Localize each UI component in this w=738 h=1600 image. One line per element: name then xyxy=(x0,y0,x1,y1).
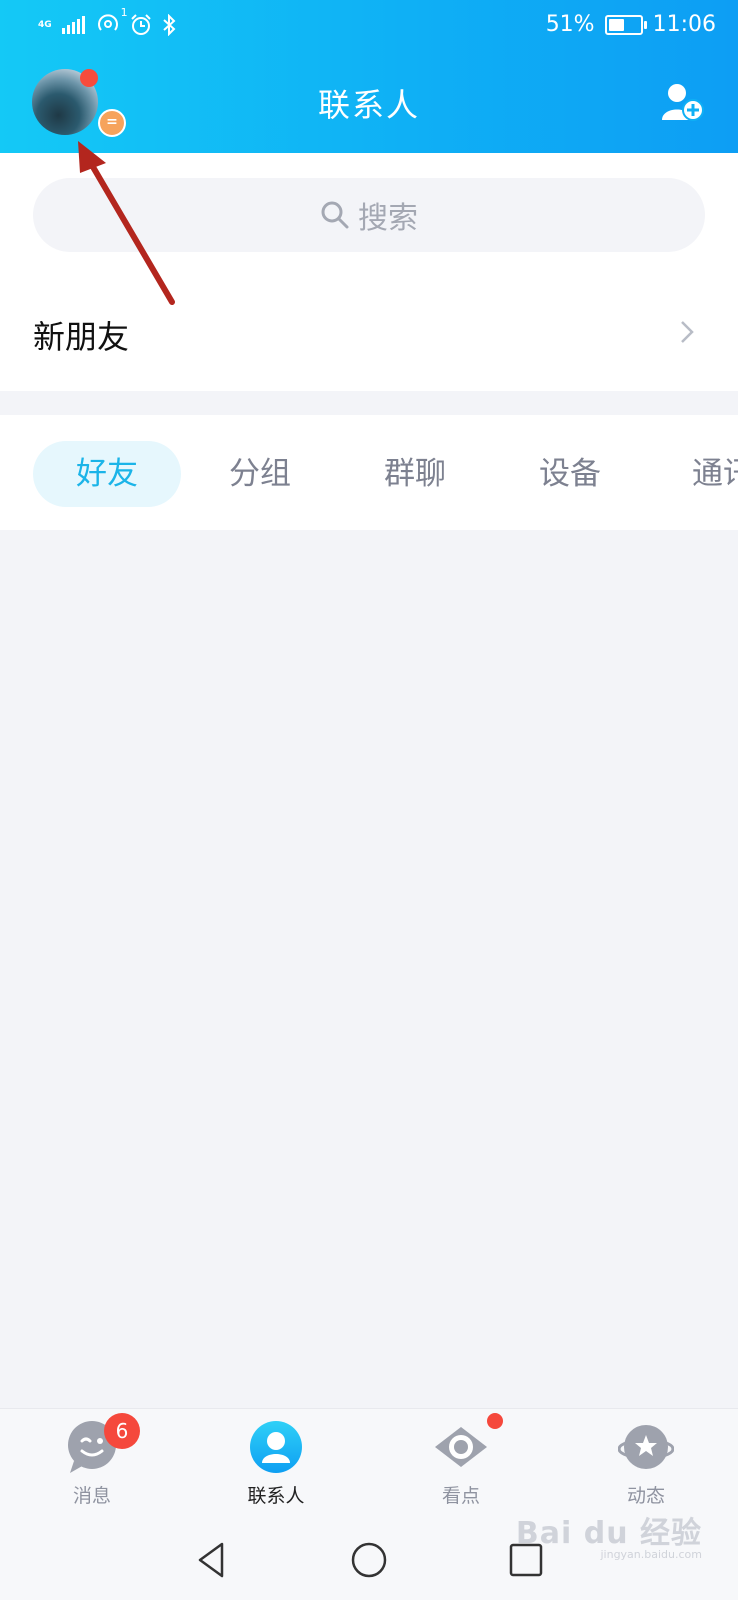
tab-address-book[interactable]: 通讯录 xyxy=(692,441,738,507)
search-icon xyxy=(321,201,349,229)
baidu-watermark: Bai du 经验 jingyan.baidu.com xyxy=(516,1508,702,1561)
nav-discover[interactable]: 看点 xyxy=(401,1413,521,1508)
nav-moments[interactable]: 动态 xyxy=(586,1419,706,1508)
battery-fill xyxy=(608,18,624,31)
new-friends-label: 新朋友 xyxy=(33,318,130,356)
battery-percent: 51% xyxy=(545,12,595,37)
tab-groups[interactable]: 分组 xyxy=(205,441,315,507)
nav-discover-label: 看点 xyxy=(441,1485,480,1507)
chevron-right-icon xyxy=(681,321,694,343)
planet-icon xyxy=(617,1425,675,1469)
watermark-text: Bai du 经验 xyxy=(515,1516,702,1551)
back-icon[interactable] xyxy=(192,1540,232,1580)
discover-dot xyxy=(487,1413,503,1429)
nav-contacts[interactable]: 联系人 xyxy=(216,1419,336,1508)
nav-messages[interactable]: 6 消息 xyxy=(32,1413,152,1508)
unread-badge: 6 xyxy=(104,1413,140,1449)
nav-contacts-label: 联系人 xyxy=(247,1485,305,1507)
header-bar: 4G 1 51% 11:06 = 联系人 xyxy=(0,0,738,153)
add-contact-icon[interactable] xyxy=(662,82,704,122)
eye-icon xyxy=(435,1427,487,1467)
signal-icon xyxy=(61,16,85,34)
tab-group-chats[interactable]: 群聊 xyxy=(360,441,470,507)
status-bar: 4G 1 51% 11:06 xyxy=(0,0,738,52)
clock: 11:06 xyxy=(652,12,716,37)
bluetooth-icon xyxy=(162,14,176,36)
hotspot-count: 1 xyxy=(120,6,128,19)
alarm-icon xyxy=(130,14,151,35)
nav-moments-label: 动态 xyxy=(626,1485,665,1507)
contacts-icon xyxy=(250,1421,302,1473)
battery-icon xyxy=(604,14,647,35)
bottom-navigation: 6 消息 联系人 看点 动态 xyxy=(0,1408,738,1521)
contacts-tabs: 好友 分组 群聊 设备 通讯录 xyxy=(0,415,738,530)
nav-messages-label: 消息 xyxy=(72,1485,111,1507)
tab-devices[interactable]: 设备 xyxy=(515,441,625,507)
hotspot-icon: 1 xyxy=(96,6,128,38)
search-placeholder: 搜索 xyxy=(358,201,418,236)
tab-friends[interactable]: 好友 xyxy=(33,441,181,507)
home-icon[interactable] xyxy=(349,1540,389,1580)
network-indicator: 4G xyxy=(38,20,52,30)
annotation-arrow xyxy=(78,141,175,305)
page-title: 联系人 xyxy=(317,86,420,124)
